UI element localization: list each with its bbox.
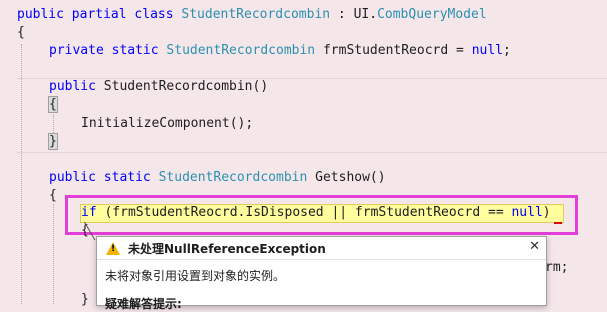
warning-icon-mark: ! bbox=[111, 244, 116, 254]
code-line-open-brace: { bbox=[49, 187, 57, 205]
code-line-open-brace: { bbox=[48, 96, 58, 114]
close-icon[interactable]: ✕ bbox=[529, 239, 540, 254]
exception-title: 未处理NullReferenceException bbox=[128, 242, 326, 256]
code-line-close-brace: } bbox=[48, 133, 58, 151]
keyword: public bbox=[49, 170, 96, 185]
keyword: partial bbox=[71, 7, 127, 22]
code-line-getshow: public static StudentRecordcombin Getsho… bbox=[49, 169, 386, 187]
brace-match: } bbox=[48, 133, 58, 150]
method-separator bbox=[17, 152, 607, 153]
code-text: : UI. bbox=[330, 7, 378, 22]
keyword: static bbox=[103, 170, 151, 185]
keyword: private bbox=[49, 43, 104, 58]
code-text: frmStudentReocrd = bbox=[315, 43, 472, 58]
keyword: null bbox=[471, 43, 503, 58]
code-editor[interactable]: public partial class StudentRecordcombin… bbox=[0, 0, 607, 311]
code-text: StudentRecordcombin() bbox=[95, 79, 269, 94]
code-text: rm; bbox=[545, 260, 569, 275]
indent-guide bbox=[21, 44, 22, 304]
code-text: InitializeComponent(); bbox=[81, 116, 254, 131]
keyword: public bbox=[17, 7, 64, 22]
type-name: StudentRecordcombin bbox=[181, 7, 331, 22]
annotation-highlight-box bbox=[65, 195, 578, 235]
code-line-class-declaration: public partial class StudentRecordcombin… bbox=[17, 6, 487, 24]
code-text: Getshow() bbox=[307, 170, 386, 185]
brace: { bbox=[49, 188, 57, 203]
indent-guide bbox=[53, 204, 54, 304]
code-line-initialize: InitializeComponent(); bbox=[81, 115, 253, 133]
brace: } bbox=[81, 292, 89, 307]
code-text: ; bbox=[503, 43, 511, 58]
keyword: public bbox=[49, 79, 96, 94]
code-line-open-brace: { bbox=[17, 24, 25, 42]
popup-header: ! 未处理NullReferenceException ✕ bbox=[97, 237, 546, 260]
type-name: CombQueryModel bbox=[377, 7, 487, 22]
code-text-partial: rm; bbox=[545, 259, 568, 277]
keyword: class bbox=[134, 7, 174, 22]
code-line-constructor: public StudentRecordcombin() bbox=[49, 78, 268, 96]
code-line-close-brace: } bbox=[81, 291, 89, 309]
exception-helper-popup[interactable]: ! 未处理NullReferenceException ✕ 未将对象引用设置到对… bbox=[96, 236, 547, 311]
brace-match: { bbox=[48, 96, 58, 113]
code-line-field: private static StudentRecordcombin frmSt… bbox=[49, 42, 511, 60]
exception-message: 未将对象引用设置到对象的实例。 bbox=[105, 269, 286, 283]
keyword: static bbox=[111, 43, 159, 58]
type-name: StudentRecordcombin bbox=[158, 170, 308, 185]
brace: { bbox=[17, 25, 25, 40]
type-name: StudentRecordcombin bbox=[166, 43, 316, 58]
